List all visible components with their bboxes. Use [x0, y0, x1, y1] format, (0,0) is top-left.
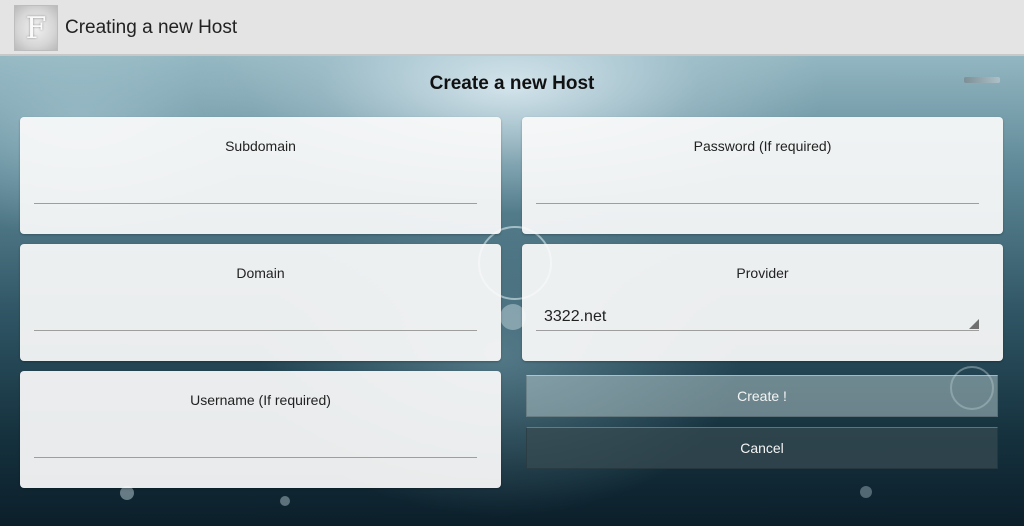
- password-label: Password (If required): [693, 138, 832, 154]
- app-logo-icon[interactable]: F: [14, 5, 58, 51]
- create-button-label: Create !: [737, 388, 787, 404]
- subdomain-input[interactable]: [34, 187, 477, 204]
- create-button[interactable]: Create !: [526, 375, 998, 417]
- subdomain-label: Subdomain: [225, 138, 296, 154]
- overflow-menu-icon[interactable]: [964, 77, 1000, 83]
- provider-label: Provider: [736, 265, 789, 281]
- cancel-button[interactable]: Cancel: [526, 427, 998, 469]
- form-screen: Create a new Host Subdomain Password (If…: [0, 56, 1024, 526]
- cancel-button-label: Cancel: [740, 440, 784, 456]
- background-droplet: [120, 486, 134, 500]
- app-logo-letter: F: [25, 10, 47, 46]
- domain-label: Domain: [236, 265, 285, 281]
- page-title: Create a new Host: [429, 73, 595, 94]
- dropdown-triangle-icon: [969, 319, 979, 329]
- background-droplet: [860, 486, 872, 498]
- provider-card: Provider 3322.net: [522, 244, 1003, 361]
- provider-selected-value: 3322.net: [544, 308, 607, 325]
- username-label: Username (If required): [190, 392, 331, 408]
- username-input[interactable]: [34, 441, 477, 458]
- username-card: Username (If required): [20, 371, 501, 488]
- password-card: Password (If required): [522, 117, 1003, 234]
- provider-select[interactable]: 3322.net: [536, 308, 979, 331]
- background-droplet: [280, 496, 290, 506]
- app-bar-title: Creating a new Host: [65, 17, 238, 38]
- domain-card: Domain: [20, 244, 501, 361]
- domain-input[interactable]: [34, 314, 477, 331]
- password-input[interactable]: [536, 187, 979, 204]
- action-bar: F Creating a new Host: [0, 0, 1024, 56]
- subdomain-card: Subdomain: [20, 117, 501, 234]
